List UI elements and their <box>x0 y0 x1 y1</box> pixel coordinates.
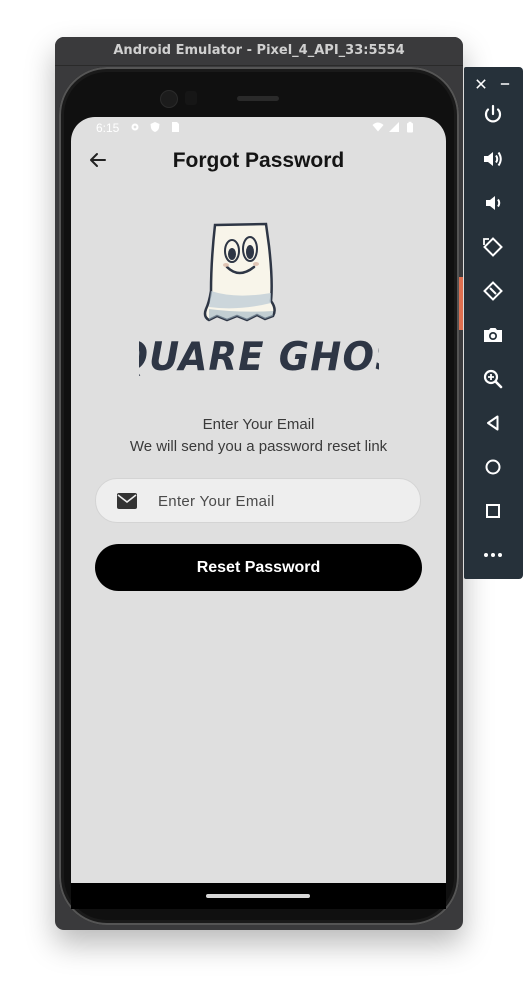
signal-icon <box>389 122 399 132</box>
instruction-subtitle: We will send you a password reset link <box>129 438 388 455</box>
instruction-title: Enter Your Email <box>202 416 315 433</box>
zoom-icon[interactable] <box>481 367 505 391</box>
back-icon[interactable] <box>481 411 505 435</box>
email-input[interactable] <box>156 479 410 524</box>
device-screen: 6:15 Forgot Password UARE GHO Enter Your… <box>71 117 446 883</box>
wifi-icon <box>372 122 384 132</box>
close-icon[interactable] <box>476 79 486 89</box>
square-ghost-logo: SQUARE GHOST <box>139 222 379 379</box>
volume-down-icon[interactable] <box>481 191 505 215</box>
system-nav-bar <box>71 883 446 909</box>
app-bar: Forgot Password <box>71 139 446 185</box>
volume-accent-strip <box>459 277 463 330</box>
emulator-side-panel <box>464 67 523 579</box>
earpiece-speaker <box>237 96 279 101</box>
power-icon[interactable] <box>481 103 505 127</box>
email-field[interactable] <box>95 478 421 524</box>
home-gesture-bar[interactable] <box>206 894 310 898</box>
volume-up-icon[interactable] <box>481 147 505 171</box>
rotate-left-icon[interactable] <box>481 235 505 259</box>
emulator-title: Android Emulator - Pixel_4_API_33:5554 <box>113 43 405 58</box>
overview-icon[interactable] <box>481 499 505 523</box>
page-title: Forgot Password <box>172 149 345 172</box>
status-icons-left <box>129 121 181 133</box>
rotate-right-icon[interactable] <box>481 279 505 303</box>
reset-password-button[interactable]: Reset Password <box>95 544 422 591</box>
battery-icon <box>407 121 413 133</box>
status-time: 6:15 <box>96 121 120 135</box>
front-camera <box>160 90 178 108</box>
minimize-icon[interactable] <box>500 79 510 89</box>
camera-sensor <box>185 91 197 105</box>
shield-icon <box>150 122 160 132</box>
status-bar: 6:15 <box>71 117 446 139</box>
emulator-titlebar[interactable]: Android Emulator - Pixel_4_API_33:5554 <box>55 37 463 66</box>
side-panel-header <box>464 71 523 91</box>
logo-text: SQUARE GHOST <box>139 334 379 379</box>
settings-icon <box>131 123 139 131</box>
camera-icon[interactable] <box>481 323 505 347</box>
ghost-mascot <box>203 222 276 322</box>
mail-icon <box>117 493 137 509</box>
status-icons-right <box>372 121 416 133</box>
home-icon[interactable] <box>481 455 505 479</box>
more-icon[interactable] <box>481 543 505 567</box>
sim-card-icon <box>172 122 179 132</box>
